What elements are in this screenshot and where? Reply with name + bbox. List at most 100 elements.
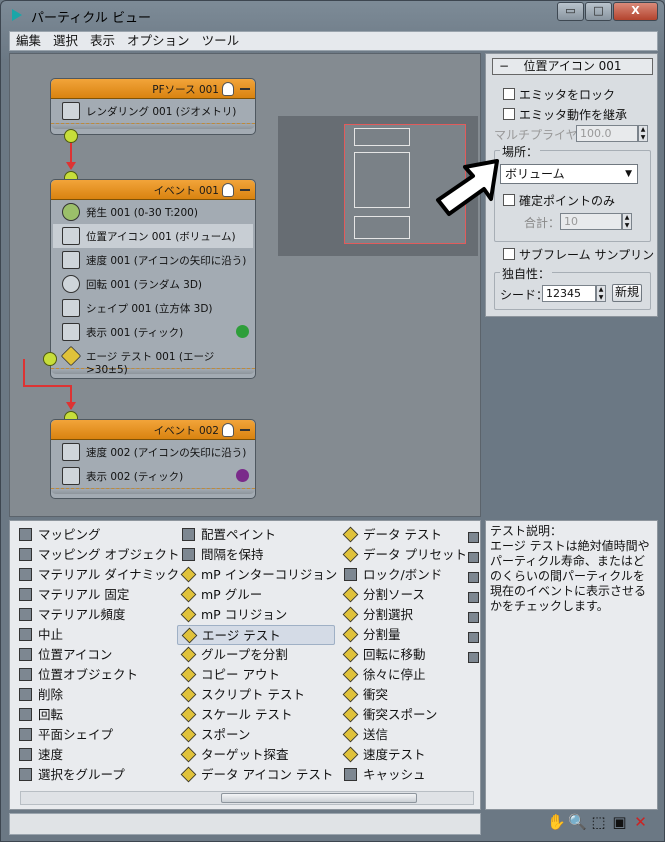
scrollbar-thumb[interactable] <box>221 793 417 803</box>
event-header[interactable]: イベント 001 <box>51 180 255 200</box>
location-dropdown[interactable]: ボリューム ▼ <box>500 164 638 184</box>
zoom-region-icon[interactable]: ⬚ <box>589 813 608 832</box>
depot-item[interactable]: データ テスト <box>339 525 469 545</box>
depot-item[interactable]: スポーン <box>177 725 335 745</box>
depot-item[interactable]: マテリアル ダイナミック <box>14 565 179 585</box>
operator-speed[interactable]: 速度 001 (アイコンの矢印に沿う) <box>53 248 253 272</box>
depot-item[interactable]: マテリアル頻度 <box>14 605 176 625</box>
light-bulb-icon[interactable] <box>222 183 234 197</box>
depot-item[interactable]: スクリプト テスト <box>177 685 335 705</box>
seed-spinner[interactable]: 12345 <box>542 285 596 302</box>
total-spinner-arrows[interactable]: ▲ ▼ <box>622 213 632 230</box>
depot-item[interactable]: 中止 <box>14 625 176 645</box>
depot-item[interactable]: マテリアル 固定 <box>14 585 176 605</box>
event-001-node[interactable]: イベント 001 発生 001 (0-30 T:200) 位置アイコン 001 … <box>50 179 256 379</box>
depot-item[interactable]: 速度 <box>14 745 176 765</box>
event-header[interactable]: PFソース 001 <box>51 79 255 99</box>
menu-select[interactable]: 選択 <box>47 32 84 50</box>
pf-source-node[interactable]: PFソース 001 レンダリング 001 (ジオメトリ) <box>50 78 256 135</box>
test-output-port[interactable] <box>43 352 57 366</box>
operator-display[interactable]: 表示 001 (ティック) <box>53 320 253 344</box>
zoom-extents-icon[interactable]: ▣ <box>610 813 629 832</box>
depot-item[interactable]: 配置ペイント <box>177 525 335 545</box>
depot-item[interactable]: 回転 <box>14 705 176 725</box>
depot-item[interactable]: データ プリセット <box>339 545 469 565</box>
operator-display[interactable]: 表示 002 (ティック) <box>53 464 253 488</box>
light-bulb-icon[interactable] <box>222 423 234 437</box>
depot-item[interactable]: mP インターコリジョン <box>177 565 337 585</box>
multiplier-spinner-arrows[interactable]: ▲ ▼ <box>638 125 648 142</box>
operator-icon <box>19 728 32 741</box>
operator-position-icon[interactable]: 位置アイコン 001 (ボリューム) <box>53 224 253 248</box>
pan-icon[interactable]: ✋ <box>547 813 566 832</box>
event-display[interactable]: PFソース 001 レンダリング 001 (ジオメトリ) イベント 001 発生… <box>9 53 481 517</box>
depot-item[interactable]: マッピング オブジェクト <box>14 545 179 565</box>
collapse-icon[interactable] <box>240 88 250 90</box>
operator-rotation[interactable]: 回転 001 (ランダム 3D) <box>53 272 253 296</box>
close-button[interactable]: X <box>613 2 658 21</box>
menu-display[interactable]: 表示 <box>84 32 121 50</box>
multiplier-spinner[interactable]: 100.0 <box>576 125 638 142</box>
no-zoom-icon[interactable]: ✕ <box>631 813 650 832</box>
depot-overflow-column <box>468 525 480 785</box>
depot-item[interactable]: 衝突スポーン <box>339 705 469 725</box>
depot-item[interactable]: 分割ソース <box>339 585 469 605</box>
maximize-button[interactable]: □ <box>585 2 612 21</box>
depot-item[interactable]: 速度テスト <box>339 745 469 765</box>
depot-item[interactable]: エージ テスト <box>177 625 335 645</box>
seed-spinner-arrows[interactable]: ▲ ▼ <box>596 285 606 302</box>
depot-item[interactable]: マッピング <box>14 525 176 545</box>
output-port[interactable] <box>64 129 78 143</box>
depot-item[interactable]: mP グルー <box>177 585 335 605</box>
depot-item[interactable]: 選択をグループ <box>14 765 176 785</box>
depot-item[interactable]: ロック/ボンド <box>339 565 469 585</box>
depot-item[interactable]: 送信 <box>339 725 469 745</box>
operator-age-test[interactable]: エージ テスト 001 (エージ>30±5) <box>53 344 253 376</box>
menu-edit[interactable]: 編集 <box>10 32 47 50</box>
new-seed-button[interactable]: 新規 <box>612 284 642 302</box>
description-panel: テスト説明： エージ テストは絶対値時間やパーティクル寿命、またはどのくらいの間… <box>485 520 658 810</box>
depot-item[interactable]: 回転に移動 <box>339 645 469 665</box>
event-header[interactable]: イベント 002 <box>51 420 255 440</box>
collapse-icon[interactable] <box>240 429 250 431</box>
total-spinner[interactable]: 10 <box>560 213 622 230</box>
depot-item[interactable]: グループを分割 <box>177 645 335 665</box>
subframe-checkbox[interactable] <box>503 248 515 260</box>
depot-item[interactable]: 間隔を保持 <box>177 545 335 565</box>
depot-item[interactable]: ターゲット探査 <box>177 745 335 765</box>
operator-render[interactable]: レンダリング 001 (ジオメトリ) <box>53 99 253 123</box>
depot-scrollbar[interactable] <box>20 791 474 805</box>
distinct-points-checkbox[interactable] <box>503 194 515 206</box>
display-color-swatch[interactable] <box>236 325 249 338</box>
lock-emitter-checkbox[interactable] <box>503 88 515 100</box>
depot-item[interactable]: キャッシュ <box>339 765 469 785</box>
menu-tools[interactable]: ツール <box>196 32 246 50</box>
menu-options[interactable]: オプション <box>121 32 196 50</box>
depot-item[interactable]: 位置オブジェクト <box>14 665 176 685</box>
depot-item[interactable]: 削除 <box>14 685 176 705</box>
inherit-motion-checkbox[interactable] <box>503 108 515 120</box>
depot-item[interactable]: データ アイコン テスト <box>177 765 335 785</box>
dropdown-arrow-icon: ▼ <box>625 169 632 179</box>
collapse-icon[interactable] <box>240 189 250 191</box>
depot-item[interactable]: 分割量 <box>339 625 469 645</box>
event-002-node[interactable]: イベント 002 速度 002 (アイコンの矢印に沿う) 表示 002 (ティッ… <box>50 419 256 499</box>
minimize-button[interactable]: ▭ <box>557 2 584 21</box>
depot-item[interactable]: コピー アウト <box>177 665 335 685</box>
depot-item[interactable]: 平面シェイプ <box>14 725 176 745</box>
collapse-toggle[interactable]: − <box>499 59 509 74</box>
depot-item[interactable]: スケール テスト <box>177 705 335 725</box>
operator-birth[interactable]: 発生 001 (0-30 T:200) <box>53 200 253 224</box>
depot-item[interactable]: mP コリジョン <box>177 605 335 625</box>
depot-item[interactable]: 衝突 <box>339 685 469 705</box>
operator-shape[interactable]: シェイプ 001 (立方体 3D) <box>53 296 253 320</box>
light-bulb-icon[interactable] <box>222 82 234 96</box>
depot-item[interactable]: 徐々に停止 <box>339 665 469 685</box>
depot-item[interactable]: 分割選択 <box>339 605 469 625</box>
operator-speed[interactable]: 速度 002 (アイコンの矢印に沿う) <box>53 440 253 464</box>
display-color-swatch[interactable] <box>236 469 249 482</box>
depot-item[interactable]: 位置アイコン <box>14 645 176 665</box>
rollout-header[interactable]: − 位置アイコン 001 <box>492 58 653 75</box>
title-bar[interactable]: パーティクル ビュー ▭ □ X <box>1 1 664 29</box>
zoom-icon[interactable]: 🔍 <box>568 813 587 832</box>
